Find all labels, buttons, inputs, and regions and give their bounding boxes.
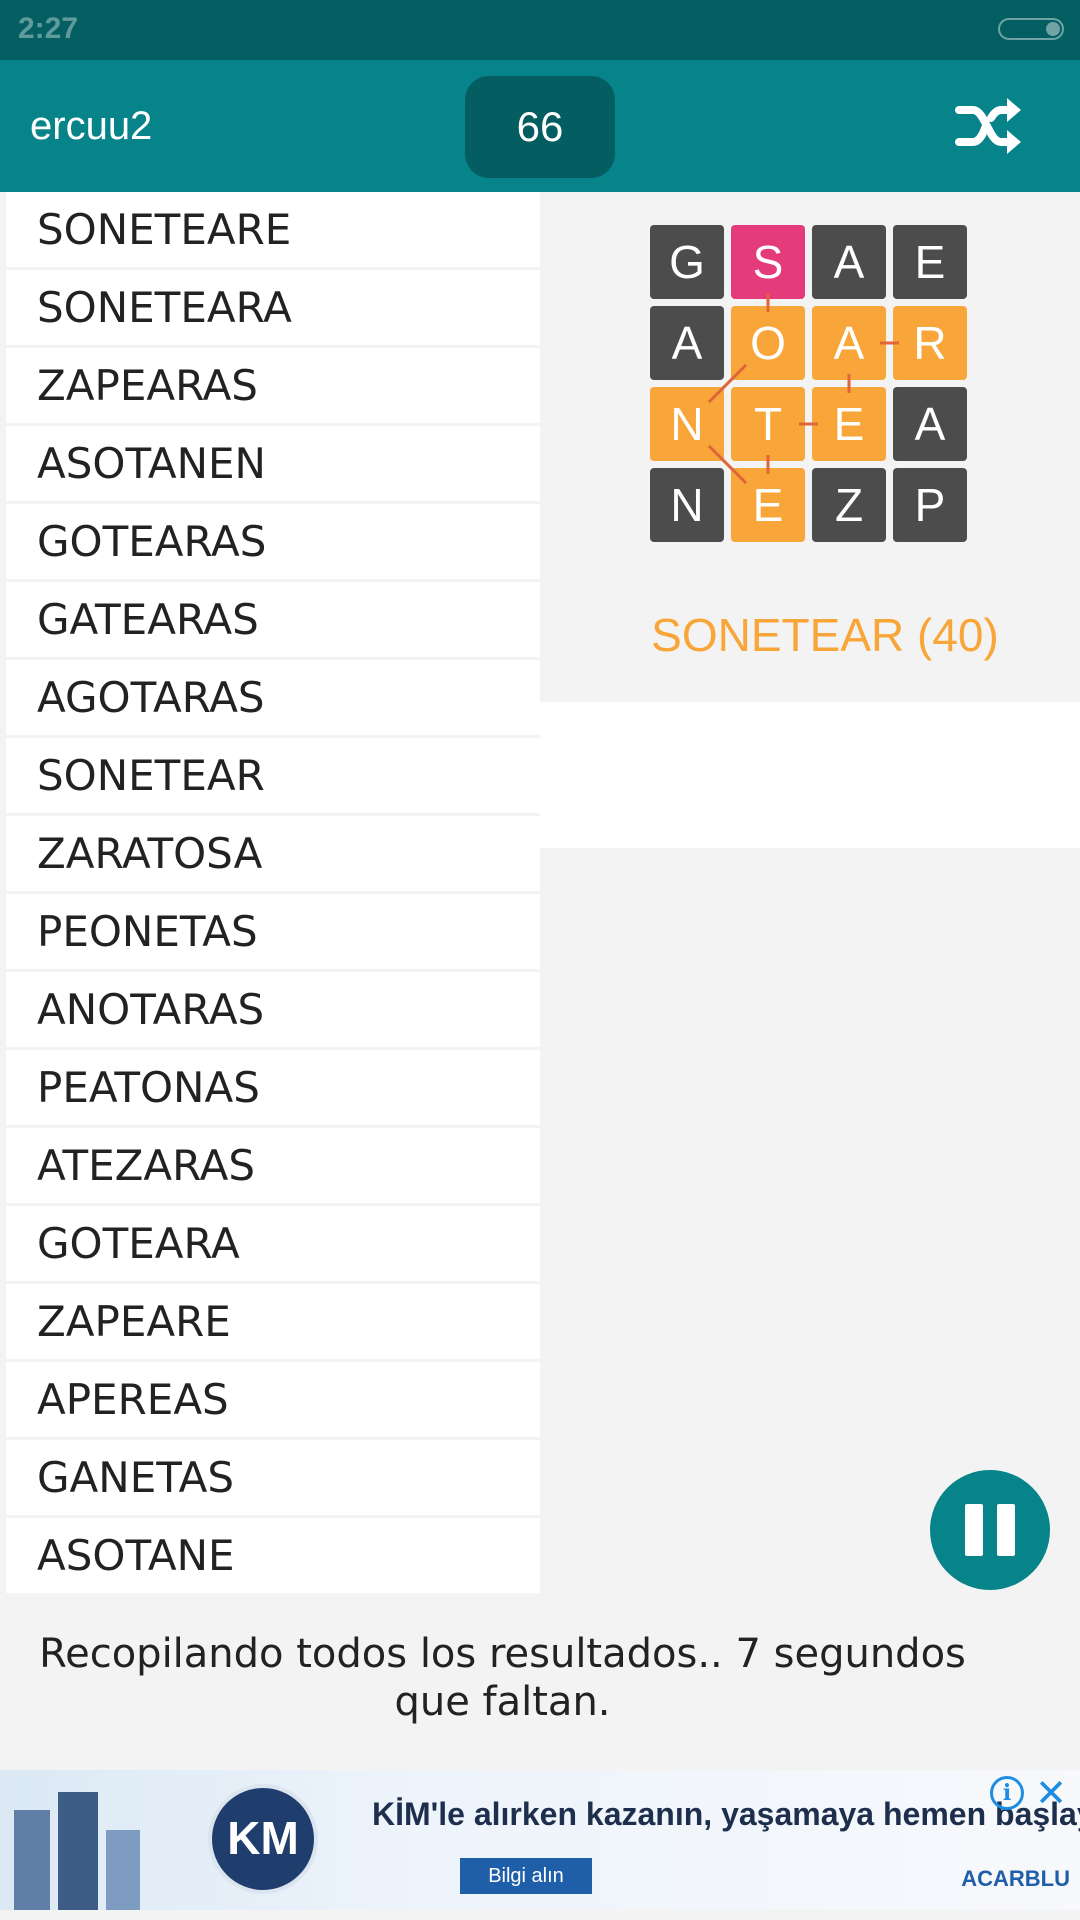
path-lines [707,293,899,485]
pause-button[interactable] [930,1470,1050,1590]
word-list-item[interactable]: AGOTARAS [6,660,540,735]
word-list-item[interactable]: SONETEARA [6,270,540,345]
current-word: SONETEAR (40) [651,609,999,661]
letter-grid[interactable]: GSAEAOARNTEANEZP [650,225,972,547]
ad-info-icon[interactable]: i [990,1776,1024,1810]
pause-icon [965,1504,983,1556]
battery-icon [998,18,1064,40]
word-list-item[interactable]: ATEZARAS [6,1128,540,1203]
ad-headline: KİM'le alırken kazanın, yaşamaya hemen b… [372,1796,1080,1832]
word-list-item[interactable]: SONETEARE [6,192,540,267]
word-list-item[interactable]: SONETEAR [6,738,540,813]
app-bar: ercuu2 66 [0,60,1080,192]
word-list-item[interactable]: GOTEARAS [6,504,540,579]
word-list-item[interactable]: ZARATOSA [6,816,540,891]
word-list-item[interactable]: PEATONAS [6,1050,540,1125]
ad-brand: ACARBLU [961,1866,1070,1891]
word-list-item[interactable]: ZAPEARE [6,1284,540,1359]
word-list-item[interactable]: GANETAS [6,1440,540,1515]
ad-cta-button[interactable]: Bilgi alın [460,1858,592,1894]
word-list-item[interactable]: ZAPEARAS [6,348,540,423]
board-panel-spacer [540,702,1080,848]
username: ercuu2 [30,104,153,148]
status-time: 2:27 [18,12,79,45]
shuffle-icon[interactable] [955,96,1021,156]
status-bar: 2:27 [0,0,1080,60]
ad-close-icon[interactable]: ✕ [1032,1774,1070,1812]
word-list-item[interactable]: ANOTARAS [6,972,540,1047]
status-message: Recopilando todos los resultados.. 7 seg… [39,1631,966,1725]
word-list-item[interactable]: PEONETAS [6,894,540,969]
word-list-item[interactable]: GOTEARA [6,1206,540,1281]
found-words-list[interactable]: SONETEARE SONETEARA ZAPEARAS ASOTANEN GOTEAR… [6,192,540,1612]
ad-logo: KM [208,1784,318,1894]
word-list-item[interactable]: GATEARAS [6,582,540,657]
word-list-item[interactable]: ASOTANEN [6,426,540,501]
pause-icon [997,1504,1015,1556]
word-list-item[interactable]: APEREAS [6,1362,540,1437]
score-badge: 66 [465,76,615,178]
ad-buildings-image [14,1788,144,1910]
word-list-item[interactable]: ASOTANE [6,1518,540,1593]
ad-banner[interactable]: KM KİM'le alırken kazanın, yaşamaya heme… [0,1770,1080,1910]
